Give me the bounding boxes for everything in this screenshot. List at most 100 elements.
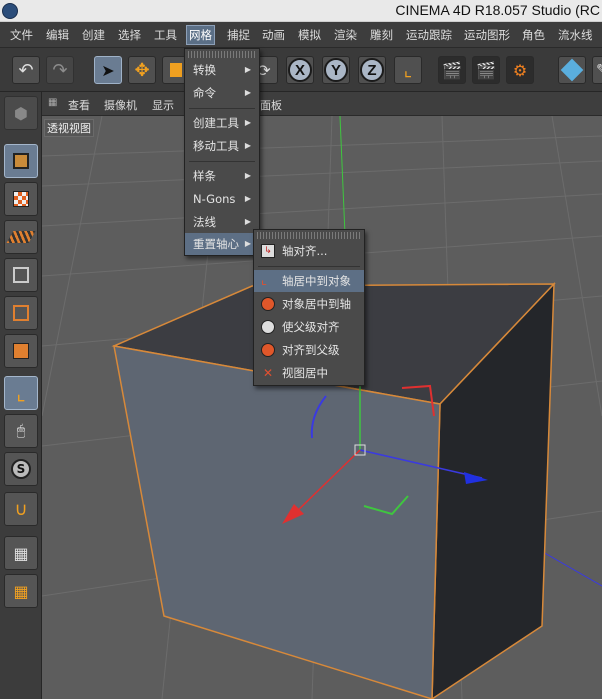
align-to-parent-icon <box>261 343 275 357</box>
model-mode-button[interactable] <box>4 144 38 178</box>
submenu-item-axis-center-to-object[interactable]: ⌞ 轴居中到对象 <box>254 270 364 292</box>
submenu-arrow-icon: ▶ <box>244 194 251 203</box>
workplane-grid-icon <box>6 231 36 243</box>
menu-item-ngons[interactable]: N-Gons ▶ <box>185 188 259 210</box>
menu-item-label: 轴对齐... <box>282 244 328 258</box>
y-axis-icon: Y <box>324 58 348 82</box>
live-select-button[interactable]: ➤ <box>94 56 122 84</box>
reset-axis-submenu: ↳ 轴对齐... ⌞ 轴居中到对象 对象居中到轴 使父级对齐 对齐到父级 ✕ 视… <box>253 229 365 386</box>
menu-item-normals[interactable]: 法线 ▶ <box>185 211 259 233</box>
menu-item-label: N-Gons <box>193 192 236 206</box>
submenu-item-align-parent[interactable]: 使父级对齐 <box>254 316 364 338</box>
left-tool-palette: ⬢ ⌞ 🖱 S ∪ ▦ ▦ <box>0 92 42 699</box>
menu-item-convert[interactable]: 转换 ▶ <box>185 59 259 81</box>
redo-icon: ↷ <box>52 59 68 81</box>
viewport-label: 透视视图 <box>44 119 94 137</box>
viewport-menu-view[interactable]: 查看 <box>68 97 90 113</box>
edges-mode-button[interactable] <box>4 296 38 330</box>
cube-front-face[interactable] <box>113 345 441 699</box>
menu-snap[interactable]: 捕捉 <box>225 26 252 44</box>
polygons-mode-button[interactable] <box>4 334 38 368</box>
checker-cube-icon <box>13 191 29 207</box>
cube-object-button[interactable] <box>558 56 586 84</box>
viewport-menu-bar: ▦ 查看 摄像机 显示 面板 <box>42 92 602 116</box>
main-toolbar: ↶ ↷ ➤ ✥ ⟳ X Y Z ⌞ 🎬 🎬 ⚙ ✎ <box>0 48 602 92</box>
menu-grip <box>257 232 361 239</box>
menu-mograph[interactable]: 运动图形 <box>462 26 512 44</box>
viewport-menu-panel[interactable]: 面板 <box>260 97 282 113</box>
perspective-viewport[interactable] <box>42 116 602 699</box>
menu-item-label: 对齐到父级 <box>282 343 340 357</box>
menu-item-label: 轴居中到对象 <box>282 274 351 288</box>
menu-render[interactable]: 渲染 <box>332 26 359 44</box>
menu-item-reset-axis[interactable]: 重置轴心 ▶ <box>185 233 259 255</box>
menu-sculpt[interactable]: 雕刻 <box>368 26 395 44</box>
menu-select[interactable]: 选择 <box>116 26 143 44</box>
grid-lock-button[interactable]: ▦ <box>4 536 38 570</box>
app-logo-icon <box>2 3 18 19</box>
submenu-item-axis-align[interactable]: ↳ 轴对齐... <box>254 240 364 262</box>
menu-divider <box>189 108 255 109</box>
grid-snap-icon: ▦ <box>13 581 29 601</box>
undo-button[interactable]: ↶ <box>12 56 40 84</box>
edges-cube-icon <box>13 305 29 321</box>
menu-item-move-tools[interactable]: 移动工具 ▶ <box>185 135 259 157</box>
viewport-menu-cameras[interactable]: 摄像机 <box>104 97 137 113</box>
z-axis-lock-button[interactable]: Z <box>358 56 386 84</box>
make-editable-button[interactable]: ⬢ <box>4 96 38 130</box>
submenu-item-view-center[interactable]: ✕ 视图居中 <box>254 362 364 384</box>
menu-motion-tracker[interactable]: 运动跟踪 <box>404 26 454 44</box>
render-view-button[interactable]: 🎬 <box>438 56 466 84</box>
menu-character[interactable]: 角色 <box>520 26 547 44</box>
render-to-picture-viewer-button[interactable]: 🎬 <box>472 56 500 84</box>
tweak-mode-button[interactable]: 🖱 <box>4 414 38 448</box>
menu-divider <box>258 266 360 267</box>
menu-item-label: 移动工具 <box>193 139 239 153</box>
y-axis-lock-button[interactable]: Y <box>322 56 350 84</box>
menu-item-label: 使父级对齐 <box>282 320 340 334</box>
menu-item-label: 命令 <box>193 86 216 100</box>
submenu-item-align-to-parent[interactable]: 对齐到父级 <box>254 339 364 361</box>
menu-edit[interactable]: 编辑 <box>44 26 71 44</box>
submenu-arrow-icon: ▶ <box>244 171 251 180</box>
menu-item-spline[interactable]: 样条 ▶ <box>185 165 259 187</box>
move-button[interactable]: ✥ <box>128 56 156 84</box>
menu-item-label: 视图居中 <box>282 366 328 380</box>
polygons-cube-icon <box>13 343 29 359</box>
clapper-play-icon: 🎬 <box>476 60 496 80</box>
submenu-item-object-center-to-axis[interactable]: 对象居中到轴 <box>254 293 364 315</box>
menu-animate[interactable]: 动画 <box>260 26 287 44</box>
grid-snap-button[interactable]: ▦ <box>4 574 38 608</box>
axis-l-icon: ⌞ <box>16 381 26 405</box>
menu-divider <box>189 161 255 162</box>
window-title: CINEMA 4D R18.057 Studio (RC <box>395 2 600 18</box>
coordinate-system-button[interactable]: ⌞ <box>394 56 422 84</box>
pen-tool-button[interactable]: ✎ <box>592 56 602 84</box>
snap-button[interactable]: S <box>4 452 38 486</box>
submenu-arrow-icon: ▶ <box>244 118 251 127</box>
axis-center-icon: ⌞ <box>261 273 268 288</box>
viewport-menu-display[interactable]: 显示 <box>152 97 174 113</box>
menu-item-create-tools[interactable]: 创建工具 ▶ <box>185 112 259 134</box>
x-axis-lock-button[interactable]: X <box>286 56 314 84</box>
menu-mesh[interactable]: 网格 <box>186 25 215 45</box>
render-settings-button[interactable]: ⚙ <box>506 56 534 84</box>
clapper-icon: 🎬 <box>442 60 462 80</box>
menu-grip <box>188 51 256 58</box>
magnet-button[interactable]: ∪ <box>4 492 38 526</box>
points-mode-button[interactable] <box>4 258 38 292</box>
object-center-icon <box>261 297 275 311</box>
menu-pipeline[interactable]: 流水线 <box>556 26 595 44</box>
redo-button[interactable]: ↷ <box>46 56 74 84</box>
menu-create[interactable]: 创建 <box>80 26 107 44</box>
submenu-arrow-icon: ▶ <box>244 239 251 248</box>
snap-s-icon: S <box>11 459 31 479</box>
viewport-scene[interactable] <box>42 116 602 699</box>
enable-axis-button[interactable]: ⌞ <box>4 376 38 410</box>
menu-tools[interactable]: 工具 <box>152 26 179 44</box>
workplane-mode-button[interactable] <box>4 220 38 254</box>
menu-item-commands[interactable]: 命令 ▶ <box>185 82 259 104</box>
texture-mode-button[interactable] <box>4 182 38 216</box>
menu-simulate[interactable]: 模拟 <box>296 26 323 44</box>
menu-file[interactable]: 文件 <box>8 26 35 44</box>
